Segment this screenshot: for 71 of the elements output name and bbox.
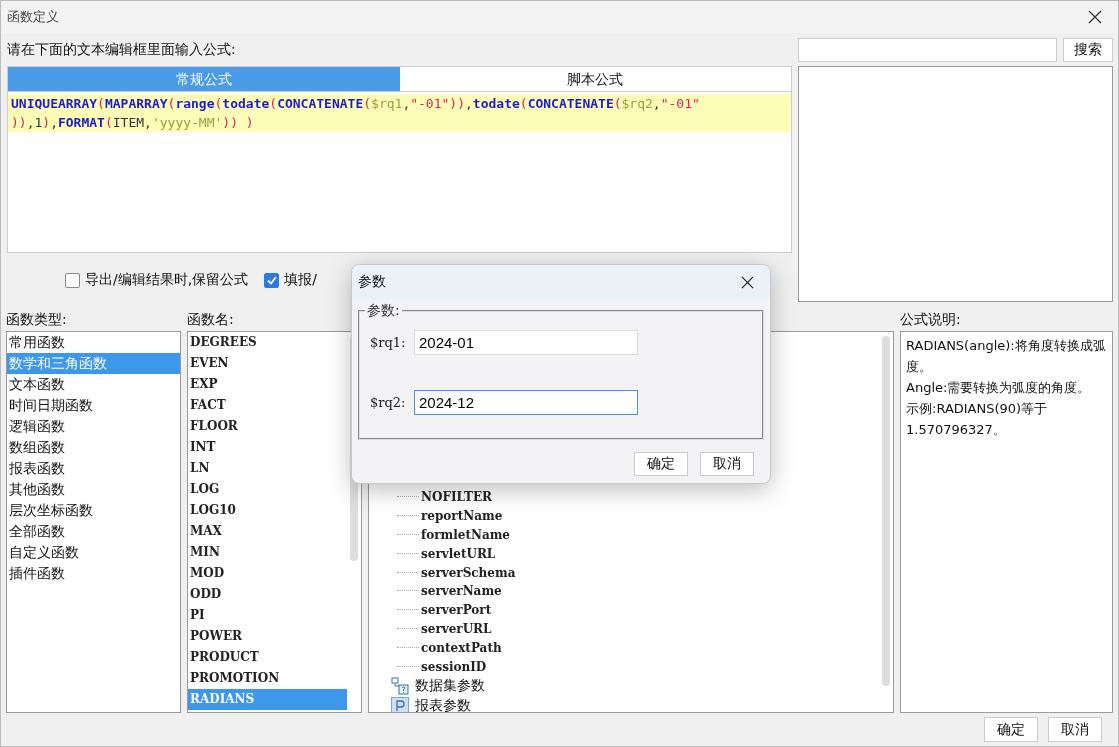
formula-tab[interactable]: 脚本公式 [399, 67, 791, 91]
ok-button[interactable]: 确定 [634, 452, 688, 476]
window-title: 函数定义 [7, 8, 59, 26]
function-type-item[interactable]: 文本函数 [7, 374, 180, 395]
close-icon[interactable] [741, 275, 754, 289]
close-icon[interactable] [1088, 10, 1102, 24]
function-name-item[interactable]: PROMOTION [188, 668, 347, 689]
search-button[interactable]: 搜索 [1063, 38, 1113, 62]
function-name-item[interactable]: EXP [188, 374, 347, 395]
tree-item[interactable]: reportName [421, 509, 503, 524]
search-field[interactable] [798, 38, 1057, 62]
function-type-item[interactable]: 层次坐标函数 [7, 500, 180, 521]
function-name-item[interactable]: MOD [188, 563, 347, 584]
function-name-item[interactable]: FACT [188, 395, 347, 416]
function-type-item[interactable]: 其他函数 [7, 479, 180, 500]
field-label: $rq1: [370, 335, 407, 350]
cancel-button[interactable]: 取消 [700, 452, 754, 476]
tree-item[interactable]: formletName [421, 528, 510, 542]
dialog-title: 参数 [358, 273, 386, 291]
function-type-item[interactable]: 自定义函数 [7, 542, 180, 563]
section-label: 函数类型: [6, 310, 68, 329]
checkbox-label: 导出/编辑结果时,保留公式 [85, 271, 249, 289]
function-name-item[interactable]: EVEN [188, 353, 347, 374]
tree-item[interactable]: serverSchema [421, 565, 516, 580]
function-type-item[interactable]: 时间日期函数 [7, 395, 180, 416]
tree-item[interactable]: sessionID [421, 659, 487, 674]
tree-item[interactable]: contextPath [421, 640, 502, 655]
parameter-icon [391, 696, 409, 712]
input-field[interactable]: 2024-12 [414, 390, 638, 415]
function-type-item[interactable]: 逻辑函数 [7, 416, 180, 437]
function-type-item[interactable]: 常用函数 [7, 332, 180, 353]
function-name-item[interactable]: MIN [188, 542, 347, 563]
tree-item[interactable]: NOFILTER [421, 490, 493, 505]
function-name-item[interactable]: PRODUCT [188, 647, 347, 668]
description-text: Angle:需要转换为弧度的角度。 [906, 379, 1092, 397]
function-name-item[interactable]: PI [188, 605, 347, 626]
scrollbar-thumb[interactable] [882, 336, 890, 686]
description-text: RADIANS(angle):将角度转换成弧度。 [906, 337, 1107, 376]
function-type-item[interactable]: 插件函数 [7, 563, 180, 584]
checkbox[interactable] [65, 272, 80, 288]
function-name-item[interactable]: MAX [188, 521, 347, 542]
tree-item[interactable]: serverURL [421, 621, 492, 636]
formula-editor[interactable]: UNIQUEARRAY(MAPARRAY(range(todate(CONCATENATE($rq1,"-01")),todate(CONCATENATE($rq2,"-01" )),1),FORMAT(ITEM,'yyyy-MM')) ) [7, 91, 792, 253]
cancel-button[interactable]: 取消 [1048, 717, 1102, 742]
tree-item[interactable]: 数据集参数 [415, 676, 485, 695]
function-name-item[interactable]: LOG [188, 479, 347, 500]
description-text: 示例:RADIANS(90)等于1.570796327。 [906, 400, 1049, 439]
ok-button[interactable]: 确定 [984, 717, 1038, 742]
function-type-item[interactable]: 数组函数 [7, 437, 180, 458]
tree-item[interactable]: serverName [421, 584, 502, 599]
tree-item[interactable]: servletURL [421, 546, 496, 561]
function-name-item[interactable]: ODD [188, 584, 347, 605]
prompt-label: 请在下面的文本编辑框里面输入公式: [7, 40, 237, 59]
checkbox-label: 填报/ [284, 271, 317, 289]
function-name-item[interactable]: INT [188, 437, 347, 458]
section-label: 公式说明: [900, 310, 962, 329]
function-name-item[interactable]: FLOOR [188, 416, 347, 437]
tree-item[interactable]: 报表参数 [415, 696, 471, 712]
function-name-item[interactable]: LOG10 [188, 500, 347, 521]
function-type-item[interactable]: 报表函数 [7, 458, 180, 479]
function-name-item[interactable]: POWER [188, 626, 347, 647]
group-label: 参数: [365, 302, 402, 320]
tree-item[interactable]: serverPort [421, 603, 492, 618]
checkbox[interactable] [264, 272, 280, 288]
section-label: 函数名: [187, 310, 235, 329]
field-label: $rq2: [370, 395, 407, 410]
function-type-item[interactable]: 全部函数 [7, 521, 180, 542]
function-name-item[interactable]: LN [188, 458, 347, 479]
input-field[interactable]: 2024-01 [414, 330, 638, 355]
dataset-icon [391, 676, 409, 695]
function-name-item[interactable]: DEGREES [188, 332, 347, 353]
